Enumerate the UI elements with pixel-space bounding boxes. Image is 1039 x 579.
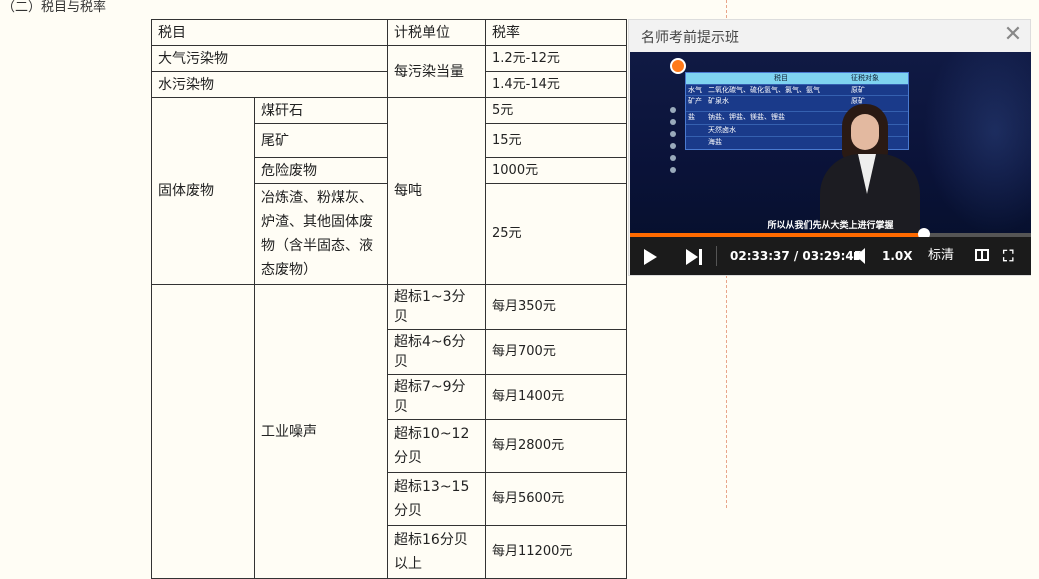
noise-rate: 每月2800元 [485,419,627,473]
slide-nav-dots [670,107,678,179]
video-screen[interactable]: 税目 征税对象 水气 二氧化碳气、硫化氢气、氯气、氨气 原矿 矿产 矿泉水 原矿… [630,52,1031,251]
time-display: 02:33:37 / 03:29:45 [730,249,863,263]
close-icon[interactable]: ✕ [1002,22,1024,48]
slide-header: 税目 征税对象 [686,73,908,84]
slide-row-item: 钠盐、钾盐、镁盐、锂盐 [708,113,785,121]
table-row: 工业噪声 超标1~3分贝 每月350元 [151,284,627,579]
video-subtitle: 所以从我们先从大类上进行掌握 [767,221,894,231]
solid-category: 固体废物 [151,97,255,285]
solid-rate: 25元 [485,183,627,285]
next-icon[interactable] [684,237,704,275]
player-controls: 02:33:37 / 03:29:45 1.0X 标清 ⛶ [630,237,1031,275]
slide-row-group: 水气 [688,86,702,94]
header-unit: 计税单位 [387,19,486,46]
noise-rate: 每月700元 [485,329,627,375]
noise-unit: 超标13~15分贝 [387,472,486,526]
slide-row-item: 海盐 [708,138,722,146]
slide-row: 水气 二氧化碳气、硫化氢气、氯气、氨气 原矿 [686,84,908,95]
brand-logo-icon [670,58,686,74]
fullscreen-icon[interactable]: ⛶ [1003,237,1021,275]
slide-row-group: 矿产 [688,97,702,105]
noise-unit: 超标1~3分贝 [387,284,486,330]
section-heading: （二）税目与税率 [2,0,107,15]
layout-icon[interactable] [974,237,992,275]
playback-speed-button[interactable]: 1.0X [882,237,913,275]
play-icon[interactable] [642,237,658,275]
volume-icon[interactable] [854,237,874,275]
solid-item: 尾矿 [254,123,388,158]
solid-item: 煤矸石 [254,97,388,124]
slide-header-item: 税目 [774,74,788,82]
video-player-panel: 名师考前提示班 ✕ 税目 征税对象 水气 二氧化碳气、硫化氢气、氯气、氨气 原矿… [628,19,1031,276]
noise-rate: 每月5600元 [485,472,627,526]
air-rate: 1.2元-12元 [485,45,627,72]
solid-rate: 15元 [485,123,627,158]
water-rate: 1.4元-14元 [485,71,627,98]
slide-row-group: 盐 [688,113,695,121]
noise-rate: 每月1400元 [485,374,627,420]
table-row: 大气污染物 每污染当量 1.2元-12元 [151,45,627,98]
quality-button[interactable]: 标清 [928,237,954,275]
video-title: 名师考前提示班 [641,30,739,46]
noise-unit: 超标16分贝以上 [387,525,486,579]
noise-unit: 超标7~9分贝 [387,374,486,420]
tax-rate-table: 税目 计税单位 税率 大气污染物 每污染当量 1.2元-12元 水污染物 1.4… [151,19,627,579]
water-item: 水污染物 [151,71,388,98]
noise-rate: 每月350元 [485,284,627,330]
noise-item: 工业噪声 [254,284,388,579]
control-separator [716,246,717,266]
slide-row-item: 矿泉水 [708,97,729,105]
noise-rate: 每月11200元 [485,525,627,579]
slide-header-target: 征税对象 [851,74,879,82]
table-row: 固体废物 煤矸石 每吨 5元 [151,97,627,285]
noise-unit: 超标10~12分贝 [387,419,486,473]
solid-unit: 每吨 [387,97,486,285]
slide-row-item: 天然卤水 [708,126,736,134]
solid-item: 危险废物 [254,157,388,184]
header-rate: 税率 [485,19,627,46]
air-item: 大气污染物 [151,45,388,72]
noise-unit: 超标4~6分贝 [387,329,486,375]
table-header-row: 税目 计税单位 税率 [151,19,627,46]
noise-blank [151,284,255,579]
header-item: 税目 [151,19,388,46]
pollution-unit: 每污染当量 [387,45,486,98]
solid-rate: 1000元 [485,157,627,184]
slide-row-item: 二氧化碳气、硫化氢气、氯气、氨气 [708,86,820,94]
slide-row-target: 原矿 [851,86,865,94]
solid-rate: 5元 [485,97,627,124]
solid-item: 冶炼渣、粉煤灰、炉渣、其他固体废物（含半固态、液态废物） [254,183,388,285]
